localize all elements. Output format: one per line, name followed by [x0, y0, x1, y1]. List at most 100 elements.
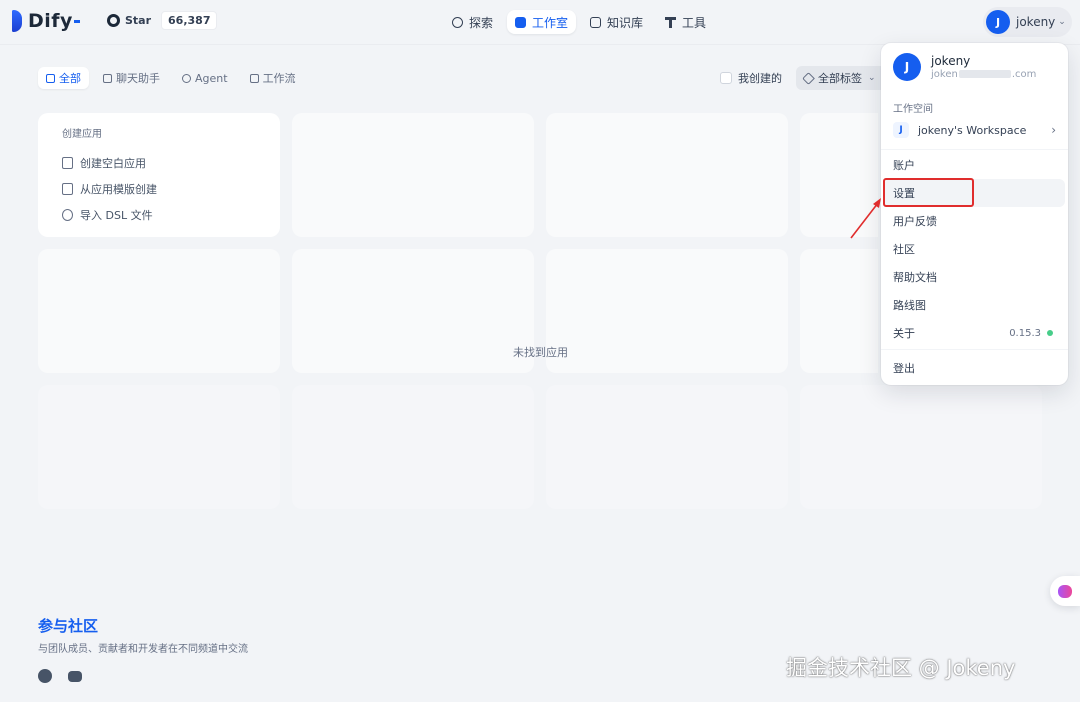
- tag-icon: [802, 71, 815, 85]
- tab-agent[interactable]: Agent: [174, 67, 236, 89]
- create-template-label: 从应用模版创建: [80, 183, 157, 196]
- menu-item-label: 账户: [893, 159, 915, 172]
- star-count: 66,387: [161, 11, 218, 30]
- robot-icon: [515, 16, 527, 28]
- create-from-template[interactable]: 从应用模版创建: [62, 176, 256, 202]
- tag-filter-label: 全部标签: [818, 72, 862, 85]
- avatar: J: [893, 53, 921, 81]
- brain-icon: [1058, 584, 1072, 598]
- workspace-section-label: 工作空间: [893, 104, 933, 115]
- placeholder-card: [800, 385, 1042, 509]
- menu-item-roadmap[interactable]: 路线图: [884, 291, 1065, 319]
- menu-item-community[interactable]: 社区: [884, 235, 1065, 263]
- nav-knowledge-label: 知识库: [607, 15, 644, 30]
- main-nav: 探索 工作室 知识库 工具: [444, 10, 720, 34]
- floating-assistant-button[interactable]: [1050, 576, 1080, 606]
- workflow-icon: [249, 73, 259, 83]
- nav-studio-label: 工作室: [532, 15, 569, 30]
- logo-text: Dify: [28, 10, 73, 32]
- create-blank-label: 创建空白应用: [80, 157, 146, 170]
- template-icon: [62, 183, 73, 195]
- nav-knowledge[interactable]: 知识库: [582, 10, 651, 34]
- tab-chat-label: 聊天助手: [116, 72, 160, 85]
- community-section: 参与社区 与团队成员、贡献者和开发者在不同频道中交流: [38, 615, 248, 683]
- create-app-title: 创建应用: [62, 129, 102, 140]
- placeholder-card: [38, 385, 280, 509]
- placeholder-card: [800, 249, 878, 373]
- workspace-switcher[interactable]: J jokeny's Workspace ›: [893, 119, 1056, 141]
- community-title: 参与社区: [38, 617, 99, 635]
- github-star-button[interactable]: Star 66,387: [107, 11, 218, 30]
- chat-bubble-icon: [103, 73, 112, 83]
- tab-all-label: 全部: [59, 72, 81, 85]
- book-icon: [590, 16, 602, 28]
- email-start: joken: [931, 68, 958, 80]
- user-name: jokeny: [1016, 15, 1056, 29]
- menu-item-label: 帮助文档: [893, 271, 937, 284]
- menu-item-about[interactable]: 关于 0.15.3: [884, 319, 1065, 347]
- tab-workflow[interactable]: 工作流: [242, 67, 304, 89]
- menu-divider: [881, 149, 1068, 150]
- tab-workflow-label: 工作流: [262, 72, 296, 85]
- created-by-me-filter[interactable]: 我创建的: [720, 70, 782, 86]
- github-icon: [107, 14, 120, 27]
- agent-icon: [182, 73, 191, 83]
- email-redacted: [958, 69, 1011, 78]
- created-by-me-checkbox[interactable]: [720, 72, 732, 84]
- tab-chat-assistant[interactable]: 聊天助手: [95, 67, 168, 89]
- placeholder-card: [292, 249, 534, 373]
- tag-filter-select[interactable]: 全部标签 ⌄: [796, 66, 886, 90]
- placeholder-card: [38, 249, 280, 373]
- menu-item-label: 登出: [893, 362, 915, 375]
- email-end: .com: [1011, 68, 1037, 80]
- import-dsl-file[interactable]: 导入 DSL 文件: [62, 202, 256, 228]
- import-icon: [62, 209, 73, 221]
- placeholder-card: [546, 113, 788, 237]
- status-dot: [1047, 330, 1053, 336]
- nav-studio[interactable]: 工作室: [507, 10, 577, 34]
- annotation-highlight-box: [883, 178, 974, 207]
- placeholder-card: [292, 385, 534, 509]
- dify-logo[interactable]: Dify: [12, 10, 80, 32]
- chevron-down-icon: ⌄: [1058, 17, 1066, 27]
- empty-state-text: 未找到应用: [513, 346, 568, 359]
- menu-item-docs[interactable]: 帮助文档: [884, 263, 1065, 291]
- avatar: J: [986, 10, 1010, 34]
- nav-tools-label: 工具: [682, 15, 707, 30]
- version-badge: 0.15.3: [1009, 328, 1053, 339]
- menu-divider: [881, 349, 1068, 350]
- menu-item-feedback[interactable]: 用户反馈: [884, 207, 1065, 235]
- chevron-right-icon: ›: [1051, 123, 1056, 137]
- nav-explore-label: 探索: [469, 15, 494, 30]
- nav-tools[interactable]: 工具: [657, 10, 714, 34]
- chevron-down-icon: ⌄: [868, 73, 876, 83]
- top-header: Dify Star 66,387 探索 工作室 知识库 工具 J jokeny …: [0, 0, 1080, 44]
- menu-item-label: 关于: [893, 327, 915, 340]
- dropdown-user-info: J jokeny joken .com: [893, 53, 1036, 81]
- community-subtitle: 与团队成员、贡献者和开发者在不同频道中交流: [38, 644, 248, 655]
- create-blank-app[interactable]: 创建空白应用: [62, 150, 256, 176]
- placeholder-card: [292, 113, 534, 237]
- tab-agent-label: Agent: [195, 71, 228, 85]
- dify-logo-mark: [12, 10, 22, 32]
- menu-item-logout[interactable]: 登出: [884, 354, 1065, 382]
- version-text: 0.15.3: [1009, 327, 1041, 339]
- import-dsl-label: 导入 DSL 文件: [80, 209, 153, 222]
- watermark: 掘金技术社区 @ Jokeny: [786, 656, 1016, 680]
- workspace-name: jokeny's Workspace: [918, 123, 1027, 137]
- app-type-tabs: 全部 聊天助手 Agent 工作流: [38, 67, 310, 89]
- placeholder-card: [546, 249, 788, 373]
- discord-icon[interactable]: [68, 671, 82, 682]
- workspace-badge: J: [893, 122, 909, 138]
- community-links: [38, 669, 248, 683]
- hammer-icon: [665, 16, 677, 28]
- nav-explore[interactable]: 探索: [444, 10, 501, 34]
- menu-item-label: 用户反馈: [893, 215, 937, 228]
- menu-item-account[interactable]: 账户: [884, 151, 1065, 179]
- github-icon[interactable]: [38, 669, 52, 683]
- user-menu-button[interactable]: J jokeny ⌄: [983, 7, 1072, 37]
- create-app-card: 创建应用 创建空白应用 从应用模版创建 导入 DSL 文件: [38, 113, 280, 237]
- placeholder-card: [546, 385, 788, 509]
- created-by-me-label: 我创建的: [738, 72, 782, 85]
- tab-all[interactable]: 全部: [38, 67, 89, 89]
